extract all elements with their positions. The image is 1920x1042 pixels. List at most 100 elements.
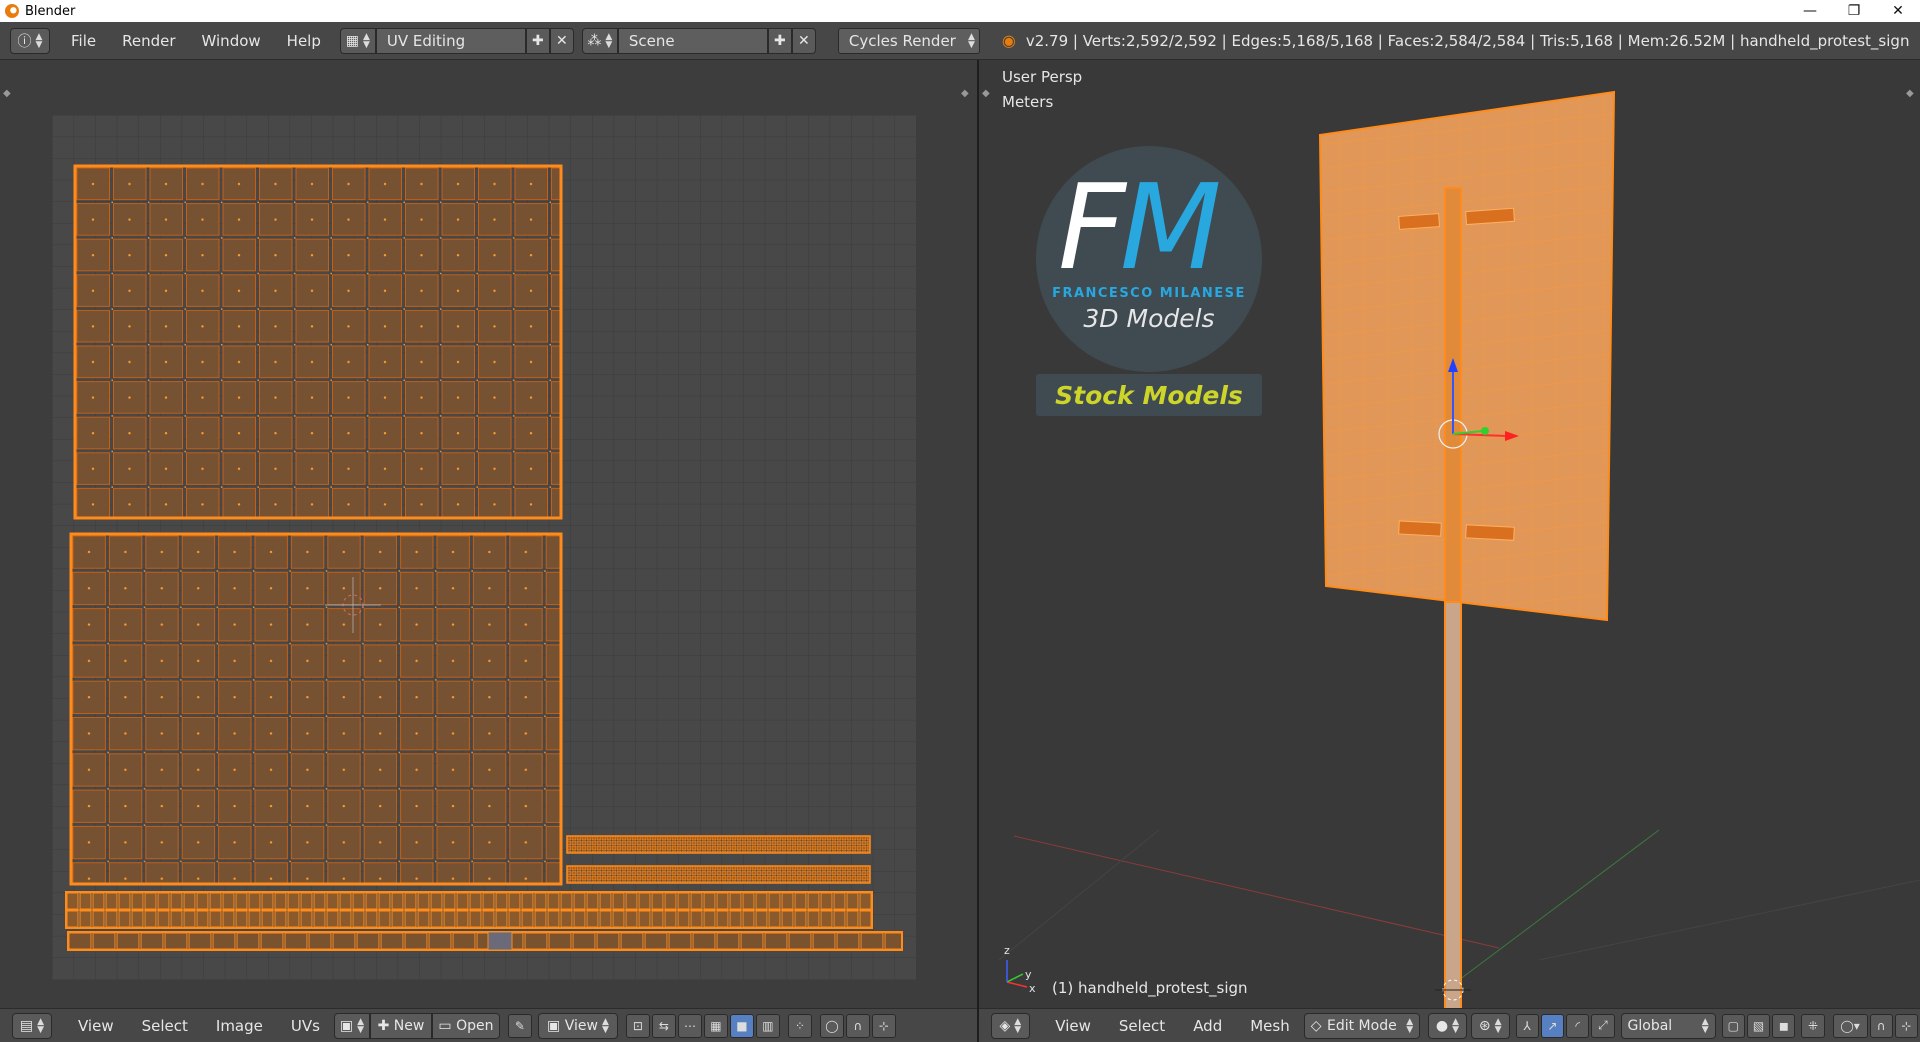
interaction-mode-dropdown[interactable]: ◇ Edit Mode ▲ ▼ (1303, 1012, 1421, 1039)
axis-widget-z-label: z (1004, 944, 1010, 957)
plus-icon: ✚ (532, 32, 544, 49)
logo-subtitle: 3D Models (1083, 304, 1215, 333)
transform-orientation-dropdown[interactable]: Global ▲ ▼ (1620, 1012, 1716, 1039)
translate-icon: ↗ (1547, 1018, 1558, 1033)
sync-icon: ⇆ (658, 1018, 669, 1033)
chevron-updown-icon: ▲ ▼ (1701, 1016, 1709, 1035)
proportional-edit-button[interactable]: ◯ (819, 1013, 844, 1038)
y-axis-line (1458, 829, 1660, 981)
screen-layout-icon: ▦ (345, 32, 360, 49)
manipulator-toggle-button[interactable]: ⅄ (1515, 1013, 1539, 1038)
scale-manipulator-button[interactable]: ⤢ (1591, 1013, 1615, 1038)
uv-menu-select[interactable]: Select (128, 1017, 202, 1035)
uv-menu-uvs[interactable]: UVs (277, 1017, 334, 1035)
scale-icon: ⤢ (1598, 1018, 1608, 1032)
pivot-point-button[interactable]: ⊡ (625, 1013, 650, 1038)
editor-type-uv-button[interactable]: ▤ ▲ ▼ (12, 1012, 52, 1039)
edge-select-icon: ▦ (710, 1018, 722, 1033)
screen-layout-field[interactable]: UV Editing (375, 27, 526, 54)
uv-sync-selection-button[interactable]: ⇆ (651, 1013, 676, 1038)
scene-field[interactable]: Scene (617, 27, 768, 54)
pole-lower-mesh (1444, 601, 1462, 1008)
uv-canvas[interactable] (0, 60, 977, 1008)
proportional-icon: ◯ (825, 1018, 839, 1033)
viewport-header: ◈ ▲ ▼ View Select Add Mesh ◇ Edit Mode ▲ ▼ ● ▲… (979, 1008, 1920, 1042)
uv-menu-view[interactable]: View (64, 1017, 128, 1035)
editor-type-3d-button[interactable]: ◈ ▲ ▼ (991, 1012, 1030, 1039)
uv-island-text-bottom (566, 865, 871, 884)
open-image-button[interactable]: ▭ Open (431, 1012, 500, 1039)
image-icon: ▣ (339, 1017, 354, 1034)
folder-icon: ▭ (438, 1017, 457, 1034)
pivot-icon: ⊡ (632, 1018, 643, 1033)
snap-target-button[interactable]: ⊹ (871, 1013, 896, 1038)
menu-window[interactable]: Window (189, 32, 274, 50)
cube-icon: ◈ (999, 1017, 1011, 1034)
snap-toggle-button[interactable]: ∩ (1869, 1013, 1893, 1038)
transform-orientation-label: Global (1627, 1017, 1673, 1034)
pin-image-button[interactable]: ✎ (507, 1013, 532, 1038)
plus-icon: ✚ (774, 32, 786, 49)
stock-models-badge: Stock Models (1036, 374, 1262, 416)
menu-render[interactable]: Render (109, 32, 188, 50)
menu-file[interactable]: File (58, 32, 109, 50)
new-image-button[interactable]: ✚ New (369, 1012, 432, 1039)
editor-type-info-button[interactable]: ⓘ ▲ ▼ (10, 27, 50, 54)
chevron-updown-icon: ▲ ▼ (363, 31, 370, 50)
proportional-edit-dropdown[interactable]: ◯▾ (1832, 1013, 1868, 1038)
interaction-mode-label: Edit Mode (1327, 1017, 1397, 1034)
uv-menu-image[interactable]: Image (202, 1017, 277, 1035)
vp-menu-select[interactable]: Select (1105, 1017, 1179, 1035)
maximize-button[interactable]: ❐ (1832, 0, 1876, 22)
scene-browse-button[interactable]: ⁂ ▲ ▼ (581, 27, 618, 54)
info-icon: ⓘ (17, 33, 32, 50)
view-mode-icon: ▣ (547, 1017, 565, 1034)
delete-screen-button[interactable]: ✕ (549, 27, 574, 54)
vp-menu-add[interactable]: Add (1179, 1017, 1236, 1035)
limit-selection-button[interactable]: ⁜ (1801, 1013, 1825, 1038)
render-engine-dropdown[interactable]: Cycles Render ▲ ▼ (837, 27, 980, 54)
add-scene-button[interactable]: ✚ (767, 27, 792, 54)
uv-editor-header: ▤ ▲ ▼ View Select Image UVs ▣ ▲ ▼ ✚ New ▭ Op… (0, 1008, 977, 1042)
pivot-point-dropdown[interactable]: ⊛ ▲ ▼ (1470, 1012, 1510, 1039)
add-screen-button[interactable]: ✚ (525, 27, 550, 54)
axis-widget-x-label: x (1029, 982, 1036, 995)
translate-manipulator-button[interactable]: ↗ (1540, 1013, 1565, 1038)
edge-select-icon: ▧ (1752, 1018, 1765, 1033)
uv-image-editor[interactable]: ◆ ◆ (0, 60, 977, 1008)
sticky-selection-button[interactable]: ⁘ (787, 1013, 812, 1038)
chevron-updown-icon: ▲ ▼ (1494, 1016, 1502, 1035)
close-button[interactable]: ✕ (1876, 0, 1920, 22)
x-icon: ✕ (556, 32, 568, 49)
edge-select-button[interactable]: ▧ (1746, 1013, 1771, 1038)
vp-menu-view[interactable]: View (1041, 1017, 1105, 1035)
viewport-shading-dropdown[interactable]: ● ▲ ▼ (1428, 1012, 1467, 1039)
menu-help[interactable]: Help (274, 32, 334, 50)
vertex-select-button[interactable]: ▢ (1721, 1013, 1745, 1038)
magnet-icon: ∩ (1876, 1018, 1886, 1033)
image-mode-dropdown[interactable]: ▣ View ▲ ▼ (537, 1012, 618, 1039)
window-controls: — ❐ ✕ (1788, 0, 1920, 22)
chevron-updown-icon: ▲ ▼ (967, 31, 975, 50)
snap-toggle-button[interactable]: ∩ (845, 1013, 870, 1038)
uv-edge-select-button[interactable]: ▦ (703, 1013, 728, 1038)
uv-vertex-select-button[interactable]: ⋯ (677, 1013, 702, 1038)
3d-viewport[interactable]: User Persp Meters ◆ ◆ z y x FM FRANCESCO… (979, 60, 1920, 1008)
minimize-button[interactable]: — (1788, 0, 1832, 22)
rotate-manipulator-button[interactable]: ◜ (1566, 1013, 1590, 1038)
logo-letter-f: F (1058, 158, 1126, 296)
rotate-icon: ◜ (1575, 1018, 1580, 1033)
delete-scene-button[interactable]: ✕ (791, 27, 816, 54)
vp-menu-mesh[interactable]: Mesh (1236, 1017, 1304, 1035)
face-select-button[interactable]: ◼ (1772, 1013, 1796, 1038)
scene-icon: ⁂ (587, 32, 602, 49)
screen-layout-browse-button[interactable]: ▦ ▲ ▼ (339, 27, 376, 54)
solid-shading-icon: ● (1435, 1017, 1449, 1034)
chevron-updown-icon: ▲ ▼ (601, 1016, 609, 1035)
chevron-updown-icon: ▲ ▼ (37, 1016, 45, 1035)
uv-face-select-button[interactable]: ■ (729, 1013, 754, 1038)
uv-island-select-button[interactable]: ▥ (755, 1013, 780, 1038)
axis-widget (1006, 960, 1028, 988)
image-browse-button[interactable]: ▣ ▲ ▼ (333, 1012, 370, 1039)
snap-element-button[interactable]: ⊹ (1894, 1013, 1919, 1038)
